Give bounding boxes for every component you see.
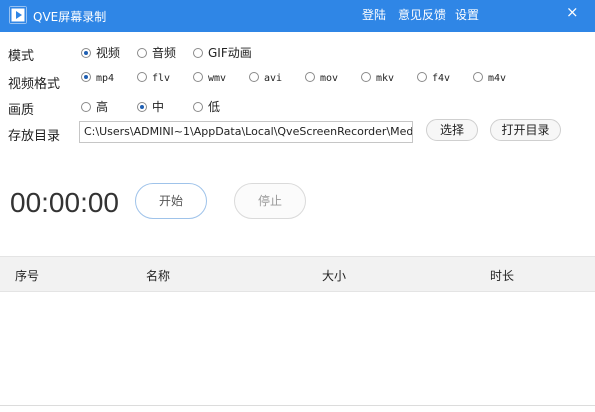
- radio-icon[interactable]: [137, 72, 147, 82]
- radio-selected-icon[interactable]: [81, 72, 91, 82]
- login-link[interactable]: 登陆: [362, 6, 386, 23]
- quality-option-medium[interactable]: 中: [137, 98, 164, 115]
- settings-link[interactable]: 设置: [455, 6, 479, 23]
- mode-option-gif[interactable]: GIF动画: [193, 44, 252, 61]
- radio-icon[interactable]: [193, 102, 203, 112]
- column-header-duration[interactable]: 时长: [490, 267, 514, 284]
- radio-icon[interactable]: [249, 72, 259, 82]
- radio-icon[interactable]: [137, 48, 147, 58]
- format-option-f4v[interactable]: f4v: [417, 72, 450, 84]
- radio-icon[interactable]: [361, 72, 371, 82]
- format-option-avi[interactable]: avi: [249, 72, 282, 84]
- radio-selected-icon[interactable]: [81, 48, 91, 58]
- feedback-link[interactable]: 意见反馈: [398, 6, 446, 23]
- stop-button[interactable]: 停止: [234, 183, 306, 219]
- open-folder-button[interactable]: 打开目录: [490, 119, 561, 141]
- quality-label: 画质: [8, 103, 35, 118]
- format-option-m4v[interactable]: m4v: [473, 72, 506, 84]
- app-play-icon: [9, 6, 27, 24]
- storage-label: 存放目录: [8, 129, 61, 144]
- start-button[interactable]: 开始: [135, 183, 207, 219]
- format-option-mkv[interactable]: mkv: [361, 72, 394, 84]
- mode-label: 模式: [8, 49, 35, 64]
- radio-icon[interactable]: [193, 48, 203, 58]
- column-header-size[interactable]: 大小: [322, 267, 346, 284]
- column-header-index[interactable]: 序号: [15, 267, 39, 284]
- quality-option-high[interactable]: 高: [81, 98, 108, 115]
- recordings-table-header: 序号 名称 大小 时长: [0, 256, 595, 292]
- radio-icon[interactable]: [417, 72, 427, 82]
- format-option-flv[interactable]: flv: [137, 72, 170, 84]
- app-title: QVE屏幕录制: [33, 10, 107, 24]
- mode-option-video[interactable]: 视频: [81, 44, 120, 61]
- title-bar: QVE屏幕录制 登陆 意见反馈 设置 ×: [0, 0, 595, 32]
- close-icon[interactable]: ×: [566, 3, 579, 21]
- choose-folder-button[interactable]: 选择: [426, 119, 478, 141]
- format-label: 视频格式: [8, 77, 61, 92]
- storage-path-field[interactable]: C:\Users\ADMINI~1\AppData\Local\QveScree…: [79, 121, 413, 143]
- radio-icon[interactable]: [473, 72, 483, 82]
- format-option-mp4[interactable]: mp4: [81, 72, 114, 84]
- format-option-mov[interactable]: mov: [305, 72, 338, 84]
- format-option-wmv[interactable]: wmv: [193, 72, 226, 84]
- window-bottom-border: [0, 405, 595, 406]
- quality-option-low[interactable]: 低: [193, 98, 220, 115]
- record-timer: 00:00:00: [10, 187, 119, 218]
- radio-selected-icon[interactable]: [137, 102, 147, 112]
- radio-icon[interactable]: [193, 72, 203, 82]
- mode-option-audio[interactable]: 音频: [137, 44, 176, 61]
- radio-icon[interactable]: [305, 72, 315, 82]
- column-header-name[interactable]: 名称: [146, 267, 170, 284]
- radio-icon[interactable]: [81, 102, 91, 112]
